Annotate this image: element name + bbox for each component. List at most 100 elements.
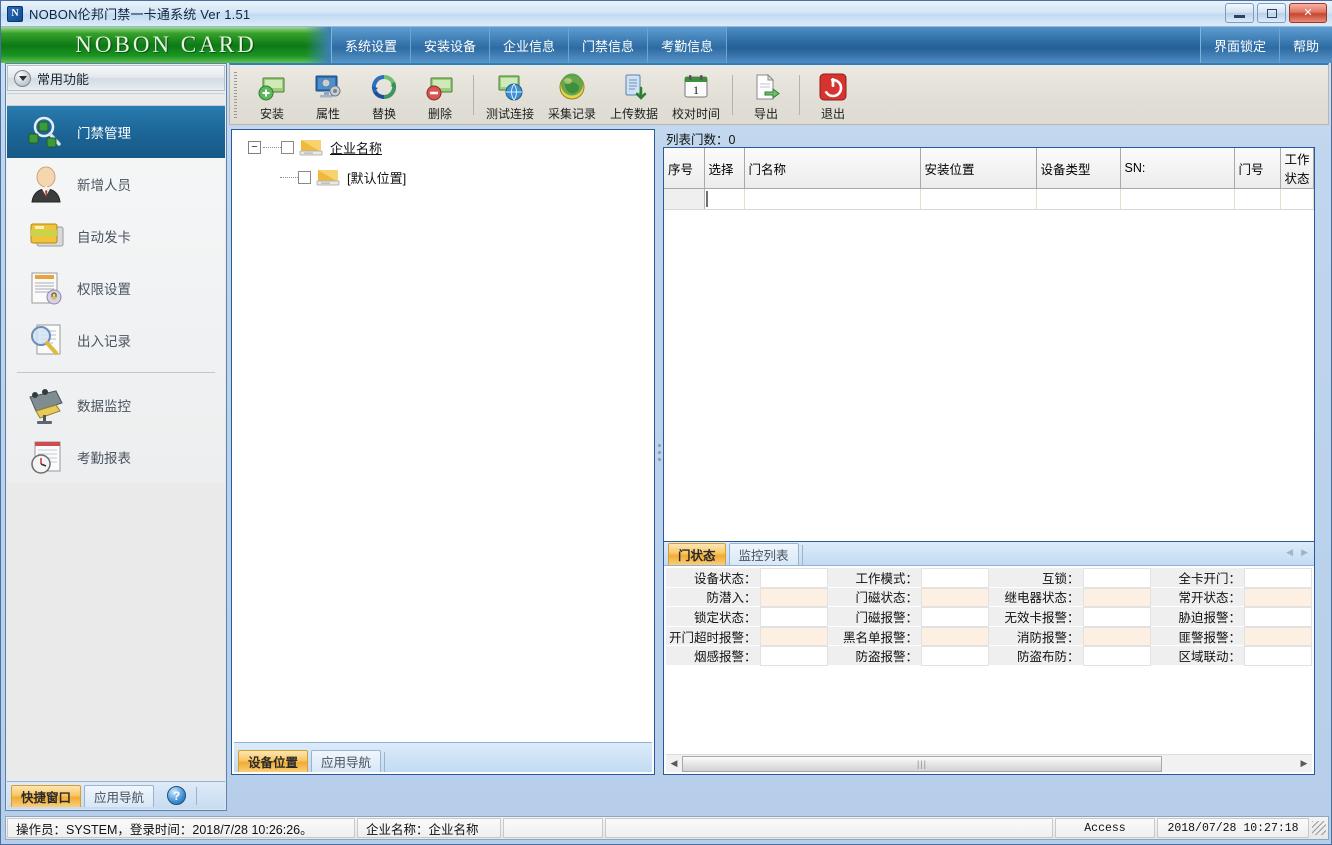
sidebar-item-attendance-report[interactable]: 考勤报表 [7, 431, 225, 483]
tree-expander-icon[interactable]: − [248, 140, 261, 154]
toolbar-button-install[interactable]: 安装 [244, 68, 300, 122]
toolbar-button-sync-time[interactable]: 1 校对时间 [665, 68, 727, 122]
menu-item-company-info[interactable]: 企业信息 [490, 27, 570, 63]
sidebar-tab-app-navigation[interactable]: 应用导航 [84, 784, 155, 807]
vertical-splitter[interactable] [655, 129, 663, 775]
field-burglar-arming: 防盗布防： [989, 646, 1151, 666]
scroll-left-icon[interactable]: ◀ [1286, 547, 1293, 558]
tree-node-checkbox[interactable] [281, 140, 294, 154]
sidebar-item-add-person[interactable]: 新增人员 [7, 158, 225, 210]
row-checkbox[interactable] [705, 191, 708, 207]
field-value[interactable] [1244, 568, 1312, 588]
column-header-index[interactable]: 序号 [664, 148, 705, 189]
toolbar-button-upload-data[interactable]: 上传数据 [603, 68, 665, 122]
tree-node-company[interactable]: − 企业名称 [234, 132, 652, 162]
field-value[interactable] [921, 587, 989, 608]
field-value[interactable] [1082, 607, 1151, 627]
status-panel-horizontal-scrollbar[interactable]: ◀ ||| ▶ [666, 754, 1312, 772]
field-value[interactable] [759, 587, 828, 608]
menu-item-attendance-info[interactable]: 考勤信息 [648, 27, 728, 63]
status-panel-tabs: 门状态 监控列表 ◀ ▶ [664, 542, 1314, 566]
toolbar-button-properties[interactable]: 属性 [300, 68, 356, 122]
column-header-sn[interactable]: SN: [1120, 148, 1235, 189]
close-button[interactable]: ✕ [1289, 3, 1327, 23]
field-value[interactable] [1082, 587, 1151, 608]
field-value[interactable] [1082, 568, 1151, 588]
toolbar-button-replace[interactable]: 替换 [356, 68, 412, 122]
sidebar-header[interactable]: 常用功能 [7, 65, 225, 91]
sidebar-item-data-monitor[interactable]: 数据监控 [7, 379, 225, 431]
sidebar-item-access-records[interactable]: 出入记录 [7, 314, 225, 366]
tree-node-checkbox[interactable] [298, 170, 311, 184]
scroll-right-icon[interactable]: ▶ [1301, 547, 1308, 558]
tab-monitor-list[interactable]: 监控列表 [728, 543, 799, 565]
sidebar-item-auto-issue-card[interactable]: 自动发卡 [7, 210, 225, 262]
tab-door-status[interactable]: 门状态 [668, 543, 726, 565]
cell-select[interactable] [704, 188, 745, 210]
scrollbar-right-arrow-icon[interactable]: ▶ [1296, 758, 1312, 769]
field-value[interactable] [759, 626, 828, 647]
data-monitor-icon [25, 385, 67, 425]
help-icon[interactable]: ? [167, 786, 187, 805]
field-fire-alarm: 消防报警： [989, 626, 1151, 647]
field-value[interactable] [759, 607, 828, 627]
menu-item-install-device[interactable]: 安装设备 [411, 27, 491, 63]
column-header-door-name[interactable]: 门名称 [744, 148, 921, 189]
scrollbar-left-arrow-icon[interactable]: ◀ [666, 758, 682, 769]
field-value[interactable] [921, 607, 989, 627]
field-value[interactable] [921, 646, 989, 666]
tree-node-default-location[interactable]: [默认位置] [234, 162, 652, 192]
minimize-button[interactable] [1225, 3, 1254, 23]
column-header-install-location[interactable]: 安装位置 [920, 148, 1037, 189]
field-value[interactable] [1082, 646, 1151, 666]
field-label: 匪警报警： [1150, 626, 1244, 647]
menu-item-system-settings[interactable]: 系统设置 [331, 27, 412, 63]
column-header-select[interactable]: 选择 [704, 148, 745, 189]
device-tree[interactable]: − 企业名称 [默认位置] [234, 132, 652, 740]
column-header-work-status[interactable]: 工作状态 [1280, 148, 1314, 189]
table-row[interactable] [664, 188, 1314, 210]
status-tabs-scroll-arrows[interactable]: ◀ ▶ [1286, 547, 1308, 558]
tree-tab-device-location[interactable]: 设备位置 [238, 750, 309, 772]
field-value[interactable] [1244, 646, 1312, 666]
status-bar: 操作员：SYSTEM，登录时间：2018/7/28 10:26:26。 企业名称… [5, 816, 1329, 840]
sidebar-item-label: 考勤报表 [77, 451, 131, 466]
toolbar-button-exit[interactable]: 退出 [805, 68, 861, 122]
maximize-button[interactable] [1257, 3, 1286, 23]
resize-grip-icon[interactable] [1312, 821, 1326, 835]
menu-item-lock-interface[interactable]: 界面锁定 [1199, 27, 1280, 63]
folder-icon [315, 167, 341, 187]
toolbar-button-test-connection[interactable]: 测试连接 [479, 68, 541, 122]
sidebar: 常用功能 门禁管理 新增人员 自动发卡 权限设置 出入记录 数据监控 考勤报表 … [5, 63, 227, 811]
menu-item-access-info[interactable]: 门禁信息 [569, 27, 649, 63]
toolbar-button-label: 上传数据 [609, 106, 658, 121]
toolbar-grip[interactable] [232, 71, 240, 118]
column-header-device-type[interactable]: 设备类型 [1036, 148, 1121, 189]
field-interlock: 互锁： [989, 568, 1151, 588]
toolbar-button-export[interactable]: 导出 [738, 68, 794, 122]
field-value[interactable] [759, 568, 828, 588]
toolbar-separator [473, 74, 474, 115]
field-value[interactable] [1244, 607, 1312, 627]
sidebar-item-access-control[interactable]: 门禁管理 [7, 106, 225, 158]
field-value[interactable] [1244, 626, 1312, 647]
toolbar-button-collect-records[interactable]: 采集记录 [541, 68, 603, 122]
field-value[interactable] [921, 568, 989, 588]
statusbar-cell-3 [503, 818, 603, 838]
field-label: 区域联动： [1150, 646, 1244, 666]
sidebar-tab-quick-window[interactable]: 快捷窗口 [11, 784, 82, 807]
field-value[interactable] [1082, 626, 1151, 647]
title-bar: N NOBON伦邦门禁一卡通系统 Ver 1.51 ✕ [1, 1, 1332, 27]
tree-tab-app-navigation[interactable]: 应用导航 [311, 750, 382, 772]
chevron-down-icon[interactable] [14, 69, 31, 87]
menu-item-help[interactable]: 帮助 [1279, 27, 1332, 63]
column-header-door-number[interactable]: 门号 [1234, 148, 1281, 189]
toolbar-button-delete[interactable]: 删除 [412, 68, 468, 122]
scrollbar-track[interactable]: ||| [682, 755, 1296, 772]
field-value[interactable] [759, 646, 828, 666]
sidebar-item-label: 自动发卡 [77, 230, 131, 245]
sidebar-item-permission-settings[interactable]: 权限设置 [7, 262, 225, 314]
field-value[interactable] [1244, 587, 1312, 608]
scrollbar-thumb[interactable]: ||| [682, 755, 1162, 772]
field-value[interactable] [921, 626, 989, 647]
